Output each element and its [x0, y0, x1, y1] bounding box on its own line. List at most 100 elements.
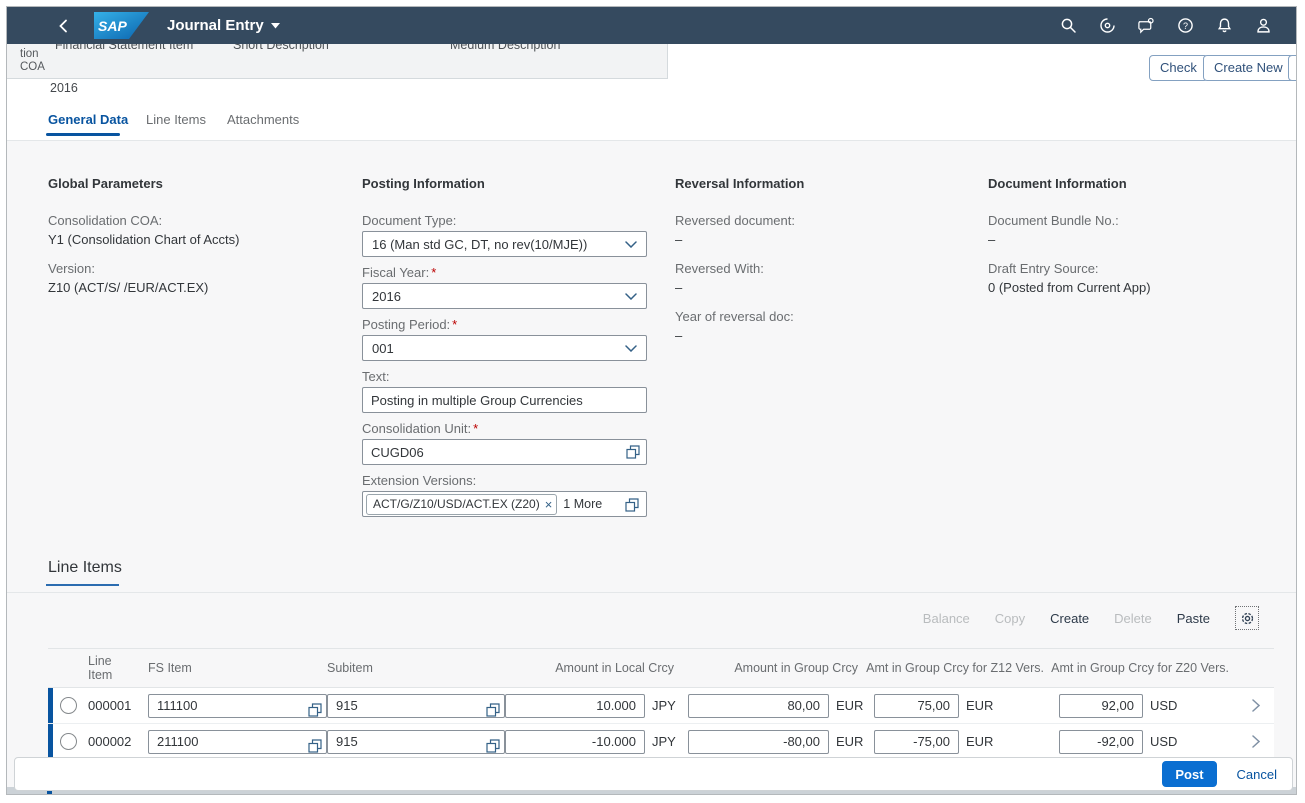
fiscal-year-select[interactable]: 2016: [362, 283, 647, 309]
document-type-select[interactable]: 16 (Man std GC, DT, no rev(10/MJE)): [362, 231, 647, 257]
table-settings-button[interactable]: [1235, 606, 1259, 630]
help-icon[interactable]: ?: [1176, 17, 1194, 35]
section-divider: [7, 592, 1296, 593]
chevron-right-icon: [1252, 735, 1260, 748]
tab-line-items[interactable]: Line Items: [146, 112, 206, 127]
col-header-fs-item: FS Item: [148, 661, 192, 675]
row-select-radio[interactable]: [60, 733, 77, 750]
year-of-reversal-value: –: [675, 328, 975, 343]
profile-icon[interactable]: [1254, 17, 1272, 35]
copilot-icon[interactable]: [1098, 17, 1116, 35]
line-items-title-underline: [46, 584, 119, 586]
amount-z20-input[interactable]: [1059, 730, 1143, 754]
line-items-toolbar: Balance Copy Create Delete Paste: [923, 606, 1259, 630]
subitem-input[interactable]: [327, 730, 505, 754]
token-remove-icon[interactable]: ×: [545, 497, 553, 512]
active-tab-underline: [46, 133, 120, 136]
row-details-button[interactable]: [1237, 699, 1274, 712]
value-help-icon[interactable]: [486, 739, 500, 753]
svg-text:?: ?: [1182, 21, 1187, 31]
version-value: Z10 (ACT/S/ /EUR/ACT.EX): [48, 280, 348, 295]
more-tokens-link[interactable]: 1 More: [563, 497, 602, 511]
posting-period-select[interactable]: 001: [362, 335, 647, 361]
value-help-icon[interactable]: [308, 739, 322, 753]
group-title: Reversal Information: [675, 176, 975, 191]
extension-versions-input[interactable]: ACT/G/Z10/USD/ACT.EX (Z20) × 1 More: [362, 491, 647, 517]
copy-button: Copy: [995, 611, 1025, 626]
tab-general-data[interactable]: General Data: [48, 112, 128, 127]
check-button[interactable]: Check: [1149, 55, 1208, 81]
col-header-subitem: Subitem: [327, 661, 373, 675]
posting-period-value: 001: [372, 341, 394, 356]
shell-actions: ?: [1059, 17, 1296, 35]
search-icon[interactable]: [1059, 17, 1077, 35]
col-header-amount-local: Amount in Local Crcy: [555, 661, 674, 675]
fiscal-year-value: 2016: [372, 289, 401, 304]
fs-item-input[interactable]: [148, 694, 327, 718]
chevron-down-icon: [625, 345, 637, 352]
value-help-icon[interactable]: [486, 703, 500, 717]
fs-item-input[interactable]: [148, 730, 327, 754]
year-of-reversal-label: Year of reversal doc:: [675, 309, 975, 324]
amount-group-input[interactable]: [688, 694, 829, 718]
value-help-icon[interactable]: [625, 498, 639, 512]
amount-local-input[interactable]: [505, 730, 645, 754]
z12-currency: EUR: [966, 734, 993, 749]
z20-currency: USD: [1150, 734, 1177, 749]
cancel-button[interactable]: Cancel: [1231, 766, 1283, 783]
app-window: SAP Journal Entry ?: [6, 6, 1297, 795]
extension-versions-label: Extension Versions:: [362, 473, 662, 488]
col-header-amount-z12: Amt in Group Crcy for Z12 Vers.: [866, 661, 1044, 675]
paste-button[interactable]: Paste: [1177, 611, 1210, 626]
posting-period-label: Posting Period:*: [362, 317, 662, 332]
subitem-input[interactable]: [327, 694, 505, 718]
required-marker: *: [473, 421, 478, 436]
chevron-left-icon: [56, 18, 72, 34]
create-button[interactable]: Create: [1050, 611, 1089, 626]
balance-button: Balance: [923, 611, 970, 626]
amount-local-input[interactable]: [505, 694, 645, 718]
version-label: Version:: [48, 261, 348, 276]
tab-attachments[interactable]: Attachments: [227, 112, 299, 127]
footer-bar: Post Cancel: [14, 757, 1293, 791]
global-parameters-group: Global Parameters Consolidation COA: Y1 …: [48, 176, 348, 309]
amount-z20-input[interactable]: [1059, 694, 1143, 718]
sap-logo[interactable]: SAP: [94, 12, 149, 39]
reversal-information-group: Reversal Information Reversed document: …: [675, 176, 975, 357]
value-help-icon[interactable]: [626, 445, 640, 459]
svg-text:SAP: SAP: [98, 18, 127, 34]
conversation-icon[interactable]: [1137, 17, 1155, 35]
back-button[interactable]: [56, 18, 72, 34]
consolidation-unit-label: Consolidation Unit:*: [362, 421, 662, 436]
shell-bar: SAP Journal Entry ?: [7, 7, 1296, 44]
app-title-menu[interactable]: Journal Entry: [167, 17, 280, 34]
sap-logo-icon: SAP: [94, 12, 149, 39]
amount-z12-input[interactable]: [874, 694, 959, 718]
row-details-button[interactable]: [1237, 735, 1274, 748]
amount-group-input[interactable]: [688, 730, 829, 754]
document-bundle-value: –: [988, 232, 1288, 247]
draft-entry-source-value: 0 (Posted from Current App): [988, 280, 1288, 295]
chevron-right-icon: [1252, 699, 1260, 712]
row-select-radio[interactable]: [60, 697, 77, 714]
reversed-with-value: –: [675, 280, 975, 295]
clipped-button[interactable]: [1288, 55, 1297, 81]
consolidation-coa-label: Consolidation COA:: [48, 213, 348, 228]
text-input[interactable]: [362, 387, 647, 413]
gear-icon: [1240, 611, 1255, 626]
notifications-icon[interactable]: [1215, 17, 1233, 35]
group-title: Document Information: [988, 176, 1288, 191]
caret-down-icon: [271, 23, 280, 29]
document-type-label: Document Type:: [362, 213, 662, 228]
amount-z12-input[interactable]: [874, 730, 959, 754]
local-currency: JPY: [652, 734, 676, 749]
group-title: Posting Information: [362, 176, 662, 191]
consolidation-unit-input[interactable]: [362, 439, 647, 465]
col-header-amount-z20: Amt in Group Crcy for Z20 Vers.: [1051, 661, 1229, 675]
required-marker: *: [431, 265, 436, 280]
create-new-button[interactable]: Create New: [1203, 55, 1294, 81]
app-title: Journal Entry: [167, 17, 264, 34]
document-type-value: 16 (Man std GC, DT, no rev(10/MJE)): [372, 237, 587, 252]
post-button[interactable]: Post: [1162, 761, 1216, 787]
value-help-icon[interactable]: [308, 703, 322, 717]
